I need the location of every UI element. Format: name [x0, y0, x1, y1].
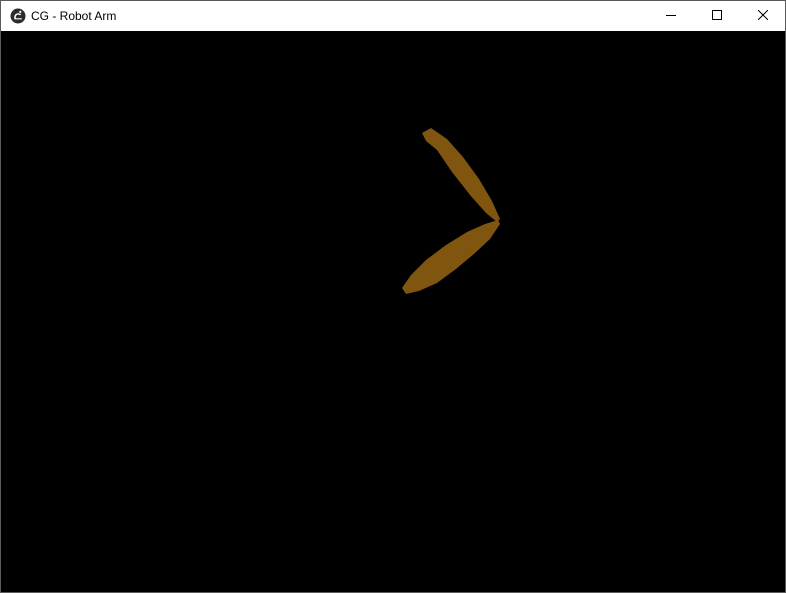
minimize-button[interactable]: [648, 1, 694, 31]
maximize-icon: [712, 7, 722, 25]
scene-svg: [402, 128, 500, 294]
app-logo-icon[interactable]: [10, 8, 26, 24]
minimize-icon: [666, 7, 676, 25]
title-bar[interactable]: CG - Robot Arm: [1, 1, 785, 31]
app-window: CG - Robot Arm: [0, 0, 786, 593]
render-canvas[interactable]: [1, 31, 785, 592]
upper-arm-segment: [422, 128, 500, 222]
lower-arm-segment: [402, 220, 500, 294]
close-icon: [757, 7, 769, 25]
window-title: CG - Robot Arm: [31, 9, 117, 23]
close-button[interactable]: [740, 1, 785, 31]
maximize-button[interactable]: [694, 1, 740, 31]
